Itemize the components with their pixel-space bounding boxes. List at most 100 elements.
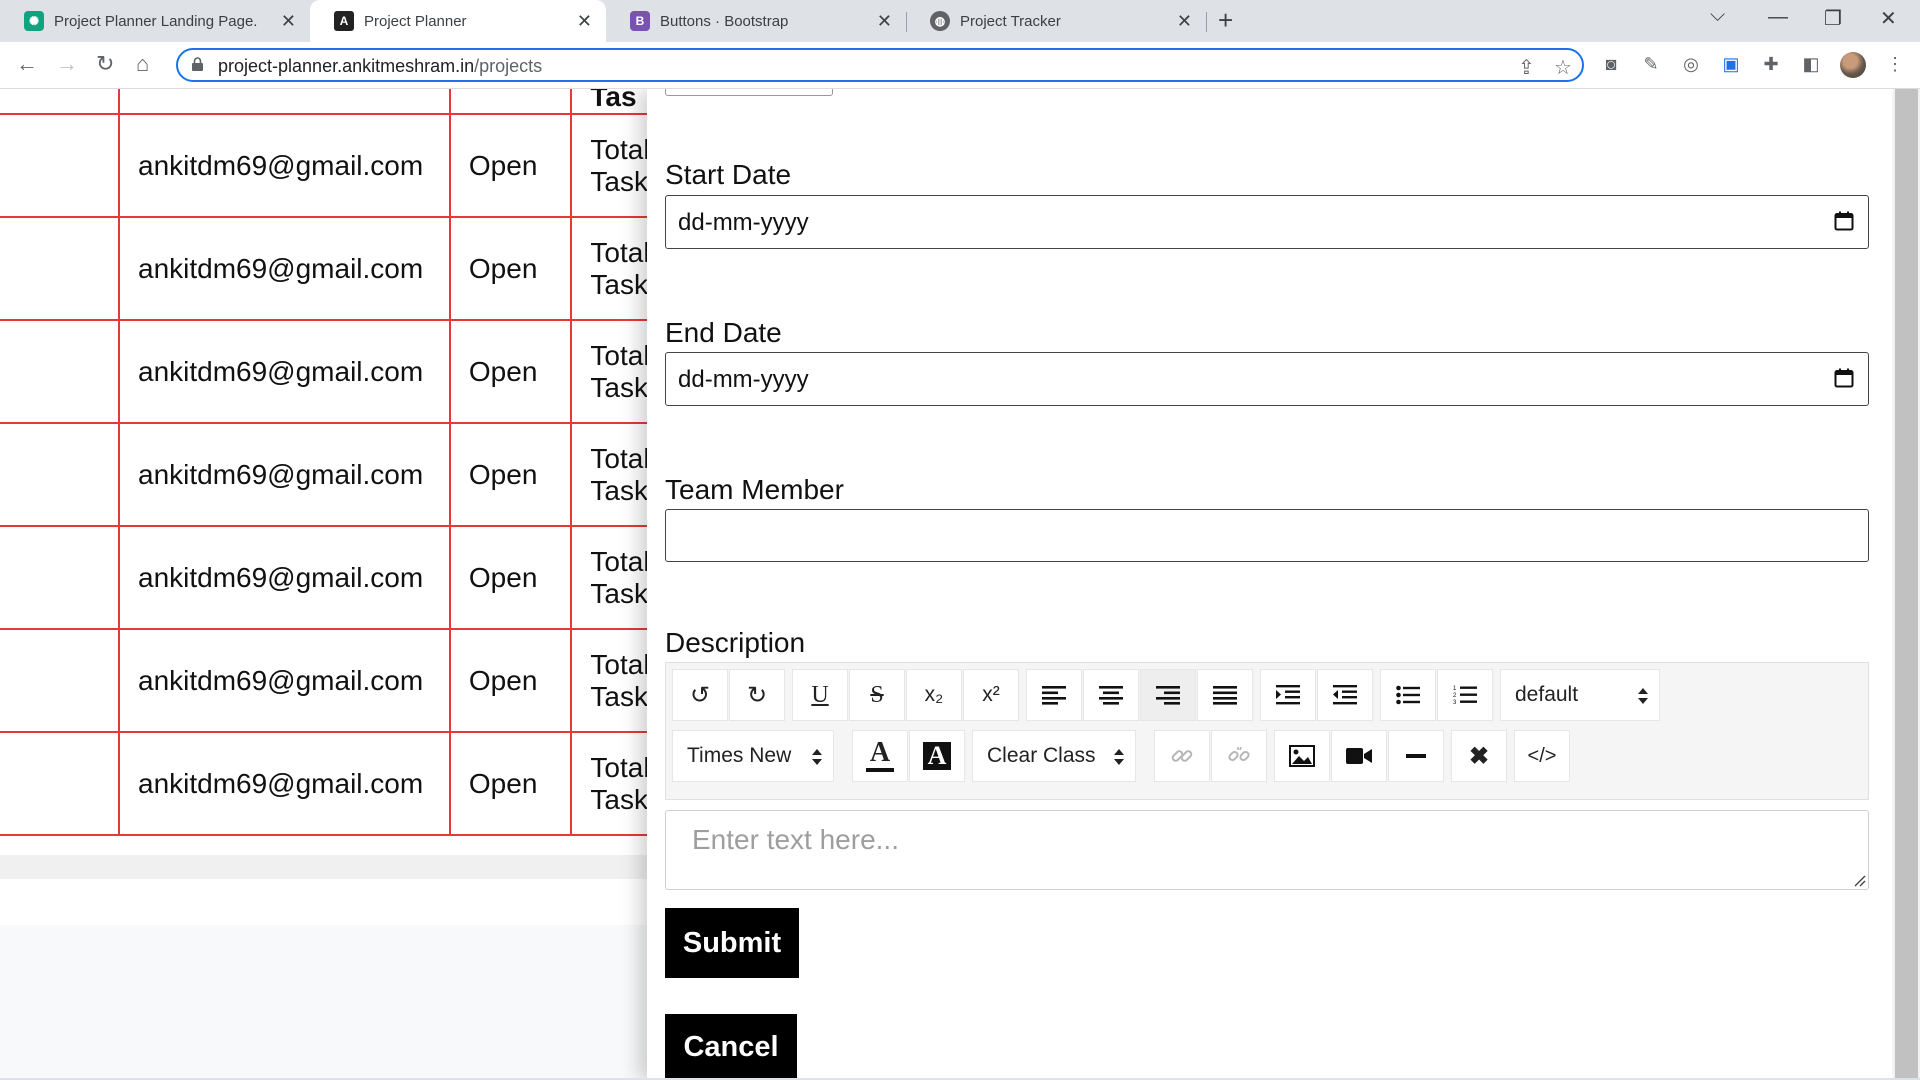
start-date-input[interactable]: dd-mm-yyyy bbox=[665, 195, 1869, 249]
close-tab-icon[interactable]: ✕ bbox=[1177, 11, 1192, 32]
forward-arrow-icon[interactable]: → bbox=[56, 51, 78, 77]
horizontal-rule-icon[interactable] bbox=[1388, 730, 1444, 782]
background-color-icon[interactable]: A bbox=[909, 730, 965, 782]
subscript-icon[interactable]: x₂ bbox=[906, 669, 962, 721]
numbered-list-icon[interactable]: 123 bbox=[1437, 669, 1493, 721]
resize-grip-icon[interactable] bbox=[1852, 873, 1866, 887]
tasks-cell: Total Tasks bbox=[570, 628, 658, 733]
submit-button[interactable]: Submit bbox=[665, 908, 799, 978]
side-panel-icon[interactable]: ◧ bbox=[1800, 53, 1822, 75]
status-cell: Open bbox=[448, 319, 573, 424]
close-tab-icon[interactable]: ✕ bbox=[877, 11, 892, 32]
table-row: rojectankitdm69@gmail.comOpen Total Tasks bbox=[0, 319, 658, 424]
insert-link-icon[interactable] bbox=[1154, 730, 1210, 782]
bullet-list-icon[interactable] bbox=[1380, 669, 1436, 721]
email-cell: ankitdm69@gmail.com bbox=[118, 216, 451, 321]
scrollbar-thumb[interactable] bbox=[1895, 89, 1918, 1080]
project-name-cell: stem bbox=[0, 525, 120, 630]
table-row: Tas bbox=[0, 89, 658, 115]
tab-project-planner-landing[interactable]: ✺ Project Planner Landing Page. ✕ bbox=[0, 0, 310, 42]
font-color-icon[interactable]: A bbox=[852, 730, 908, 782]
calendar-icon[interactable] bbox=[1834, 368, 1854, 388]
status-cell: Open bbox=[448, 422, 573, 527]
add-project-drawer: Start Date dd-mm-yyyy End Date dd-mm-yyy… bbox=[647, 89, 1892, 1080]
align-justify-icon[interactable] bbox=[1197, 669, 1253, 721]
tasks-text: Total Tasks bbox=[590, 545, 657, 609]
address-bar[interactable]: project-planner.ankitmeshram.in/projects… bbox=[176, 48, 1584, 82]
tasks-text: Total Tasks bbox=[590, 133, 657, 197]
insert-image-icon[interactable] bbox=[1274, 730, 1330, 782]
tab-buttons-bootstrap[interactable]: B Buttons · Bootstrap ✕ bbox=[606, 0, 906, 42]
clear-formatting-icon[interactable]: ✖ bbox=[1451, 730, 1507, 782]
restore-button[interactable]: ❐ bbox=[1824, 6, 1842, 31]
camera-icon[interactable]: ◙ bbox=[1600, 53, 1622, 75]
page-viewport: Tas ankitdm69@gmail.comOpenTotal Tasksro… bbox=[0, 89, 1920, 1080]
insert-video-icon[interactable] bbox=[1331, 730, 1387, 782]
unlink-icon[interactable] bbox=[1211, 730, 1267, 782]
tasks-text: Total Tasks bbox=[590, 648, 657, 712]
paragraph-format-select[interactable]: default bbox=[1500, 669, 1660, 721]
new-tab-button[interactable]: + bbox=[1218, 5, 1233, 36]
cancel-button[interactable]: Cancel bbox=[665, 1014, 797, 1080]
tab-title: Project Tracker bbox=[960, 12, 1061, 30]
reload-icon[interactable]: ↻ bbox=[96, 51, 114, 77]
font-family-select[interactable]: Times New Roman bbox=[672, 730, 834, 782]
superscript-icon[interactable]: x² bbox=[963, 669, 1019, 721]
projects-table-wrap: Tas ankitdm69@gmail.comOpenTotal Tasksro… bbox=[0, 89, 660, 857]
minimize-button[interactable]: — bbox=[1768, 6, 1788, 29]
align-right-icon[interactable] bbox=[1140, 669, 1196, 721]
calendar-icon[interactable] bbox=[1834, 211, 1854, 231]
custom-class-select[interactable]: Clear Class bbox=[972, 730, 1136, 782]
eyedropper-extension-icon[interactable]: ✎ bbox=[1640, 53, 1662, 75]
project-name-cell: roject bbox=[0, 319, 120, 424]
html-code-icon[interactable]: </> bbox=[1514, 730, 1570, 782]
strikethrough-icon[interactable]: S bbox=[849, 669, 905, 721]
globe-icon: ◍ bbox=[930, 11, 950, 31]
underline-icon[interactable]: U bbox=[792, 669, 848, 721]
page-lower-background bbox=[0, 925, 660, 1080]
projects-table-body: Tas ankitdm69@gmail.comOpenTotal Tasksro… bbox=[0, 89, 658, 836]
kebab-menu-icon[interactable]: ⋮ bbox=[1884, 53, 1906, 75]
outdent-icon[interactable] bbox=[1317, 669, 1373, 721]
translate-extension-icon[interactable]: ▣ bbox=[1720, 53, 1742, 75]
email-cell: ankitdm69@gmail.com bbox=[118, 422, 451, 527]
chatgpt-icon: ✺ bbox=[24, 11, 44, 31]
table-row: ceankitdm69@gmail.comOpen Total Tasks bbox=[0, 731, 658, 836]
status-cell: Open bbox=[448, 113, 573, 218]
back-arrow-icon[interactable]: ← bbox=[16, 51, 38, 77]
drawer-scrollbar[interactable] bbox=[1893, 89, 1920, 1080]
end-date-value: dd-mm-yyyy bbox=[678, 366, 809, 393]
font-family-value: Times New Roman bbox=[687, 744, 797, 767]
status-cell: Open bbox=[448, 216, 573, 321]
tasks-cell: Total Tasks bbox=[570, 525, 658, 630]
profile-avatar[interactable] bbox=[1840, 52, 1866, 78]
align-center-icon[interactable] bbox=[1083, 669, 1139, 721]
redo-icon[interactable]: ↻ bbox=[729, 669, 785, 721]
status-cell: Open bbox=[448, 628, 573, 733]
project-select-partial[interactable] bbox=[665, 89, 833, 96]
close-tab-icon[interactable]: ✕ bbox=[281, 11, 296, 32]
status-cell: Open bbox=[448, 731, 573, 836]
bookmark-star-icon[interactable]: ☆ bbox=[1554, 55, 1572, 80]
description-editor[interactable]: Enter text here... bbox=[665, 810, 1869, 890]
tab-project-tracker[interactable]: ◍ Project Tracker ✕ bbox=[906, 0, 1206, 42]
extensions-puzzle-icon[interactable]: ✚ bbox=[1760, 53, 1782, 75]
project-name-cell bbox=[0, 113, 120, 218]
align-left-icon[interactable] bbox=[1026, 669, 1082, 721]
home-icon[interactable]: ⌂ bbox=[136, 51, 149, 77]
close-window-button[interactable]: ✕ bbox=[1880, 6, 1897, 31]
share-icon[interactable]: ⇪ bbox=[1518, 55, 1535, 80]
tab-project-planner[interactable]: A Project Planner ✕ bbox=[310, 0, 606, 42]
tasks-header-cell: Tas bbox=[570, 89, 658, 115]
browser-toolbar: ← → ↻ ⌂ project-planner.ankitmeshram.in/… bbox=[0, 42, 1920, 89]
undo-icon[interactable]: ↺ bbox=[672, 669, 728, 721]
close-tab-icon[interactable]: ✕ bbox=[577, 11, 592, 32]
team-member-label: Team Member bbox=[665, 474, 844, 505]
tasks-cell: Total Tasks bbox=[570, 422, 658, 527]
end-date-input[interactable]: dd-mm-yyyy bbox=[665, 352, 1869, 406]
bootstrap-icon: B bbox=[630, 11, 650, 31]
team-member-input[interactable] bbox=[665, 509, 1869, 562]
indent-icon[interactable] bbox=[1260, 669, 1316, 721]
globe-extension-icon[interactable]: ◎ bbox=[1680, 53, 1702, 75]
tab-search-chevron-icon[interactable]: ⌵ bbox=[1710, 4, 1725, 27]
